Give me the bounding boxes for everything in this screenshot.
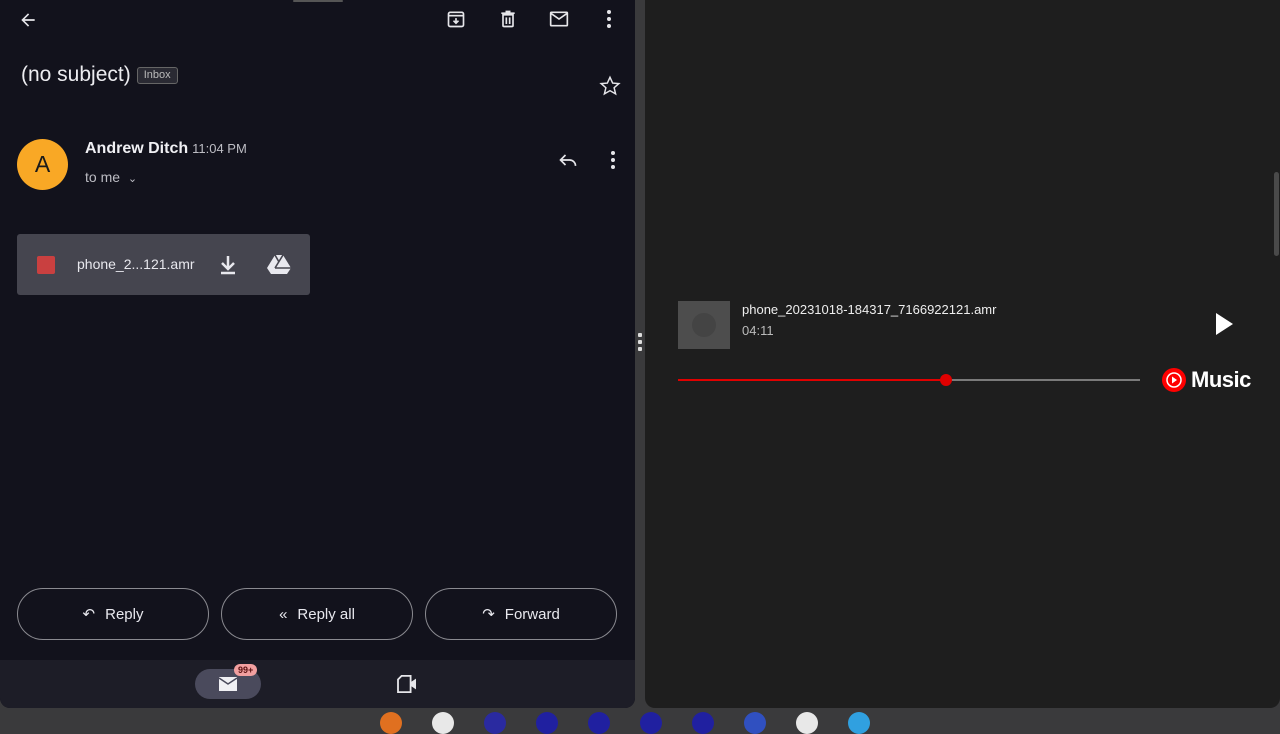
track-title: phone_20231018-184317_7166922121.amr bbox=[742, 302, 997, 317]
recipient-text: to me bbox=[85, 169, 121, 185]
chevron-down-icon: ⌄ bbox=[127, 173, 138, 185]
music-player-pane: phone_20231018-184317_7166922121.amr 04:… bbox=[645, 0, 1280, 708]
reply-button[interactable]: ↶ Reply bbox=[17, 588, 209, 640]
taskbar-dock bbox=[380, 712, 870, 734]
dock-app-icon[interactable] bbox=[588, 712, 610, 734]
forward-button[interactable]: ↷ Forward bbox=[425, 588, 617, 640]
dock-app-icon[interactable] bbox=[432, 712, 454, 734]
attachment-chip[interactable]: phone_2...121.amr bbox=[17, 234, 310, 295]
drag-notch[interactable] bbox=[293, 0, 343, 2]
reply-all-label: Reply all bbox=[297, 605, 355, 623]
back-icon[interactable] bbox=[16, 8, 40, 32]
youtube-music-icon bbox=[1162, 368, 1186, 392]
dock-app-icon[interactable] bbox=[848, 712, 870, 734]
seek-progress bbox=[678, 379, 946, 381]
split-divider[interactable] bbox=[635, 0, 645, 708]
reply-all-icon: « bbox=[279, 605, 288, 623]
reply-label: Reply bbox=[105, 605, 144, 623]
track-duration: 04:11 bbox=[742, 323, 774, 338]
inbox-label-badge[interactable]: Inbox bbox=[136, 66, 178, 84]
sender-line: Andrew Ditch 11:04 PM bbox=[85, 140, 247, 158]
audio-file-icon bbox=[37, 256, 55, 274]
delete-icon[interactable] bbox=[496, 7, 520, 31]
subject-text: (no subject) bbox=[21, 63, 131, 86]
archive-icon[interactable] bbox=[444, 7, 468, 31]
email-time: 11:04 PM bbox=[192, 141, 247, 156]
email-subject: (no subject) Inbox bbox=[21, 63, 178, 87]
more-icon[interactable] bbox=[597, 7, 621, 31]
seek-bar[interactable] bbox=[678, 374, 1140, 386]
dock-app-icon[interactable] bbox=[640, 712, 662, 734]
forward-label: Forward bbox=[504, 605, 560, 623]
bottom-navigation: 99+ bbox=[0, 660, 635, 708]
forward-arrow-icon: ↷ bbox=[482, 606, 495, 623]
reply-arrow-icon: ↶ bbox=[82, 606, 96, 623]
mail-count-badge: 99+ bbox=[234, 664, 258, 676]
scrollbar[interactable] bbox=[1274, 172, 1279, 256]
sender-avatar[interactable]: A bbox=[17, 139, 68, 190]
brand-text: Music bbox=[1191, 367, 1251, 392]
disc-icon bbox=[692, 313, 716, 337]
dock-app-icon[interactable] bbox=[484, 712, 506, 734]
nav-meet-tab[interactable] bbox=[395, 672, 419, 696]
youtube-music-logo[interactable]: Music bbox=[1161, 367, 1251, 393]
video-camera-icon bbox=[397, 675, 416, 693]
reply-all-button[interactable]: « Reply all bbox=[221, 588, 413, 640]
dock-app-icon[interactable] bbox=[744, 712, 766, 734]
mark-unread-icon[interactable] bbox=[547, 7, 571, 31]
audio-player-card: phone_20231018-184317_7166922121.amr 04:… bbox=[678, 298, 1258, 408]
attachment-name: phone_2...121.amr bbox=[77, 256, 195, 272]
download-icon[interactable] bbox=[216, 253, 240, 277]
play-icon bbox=[1216, 313, 1233, 335]
album-art bbox=[678, 301, 730, 349]
recipient-toggle[interactable]: to me ⌄ bbox=[85, 169, 137, 185]
mail-icon bbox=[218, 677, 238, 691]
seek-handle[interactable] bbox=[939, 374, 952, 386]
message-more-icon[interactable] bbox=[601, 148, 625, 172]
dock-app-icon[interactable] bbox=[536, 712, 558, 734]
dock-app-icon[interactable] bbox=[380, 712, 402, 734]
dock-app-icon[interactable] bbox=[796, 712, 818, 734]
split-handle-icon[interactable] bbox=[638, 333, 642, 351]
dock-app-icon[interactable] bbox=[692, 712, 714, 734]
reply-icon[interactable] bbox=[556, 148, 580, 172]
sender-name: Andrew Ditch bbox=[85, 140, 189, 157]
gmail-pane: (no subject) Inbox A Andrew Ditch 11:04 P… bbox=[0, 0, 635, 708]
play-button[interactable] bbox=[1211, 311, 1237, 337]
drive-icon[interactable] bbox=[266, 252, 292, 276]
star-icon[interactable] bbox=[598, 74, 622, 98]
